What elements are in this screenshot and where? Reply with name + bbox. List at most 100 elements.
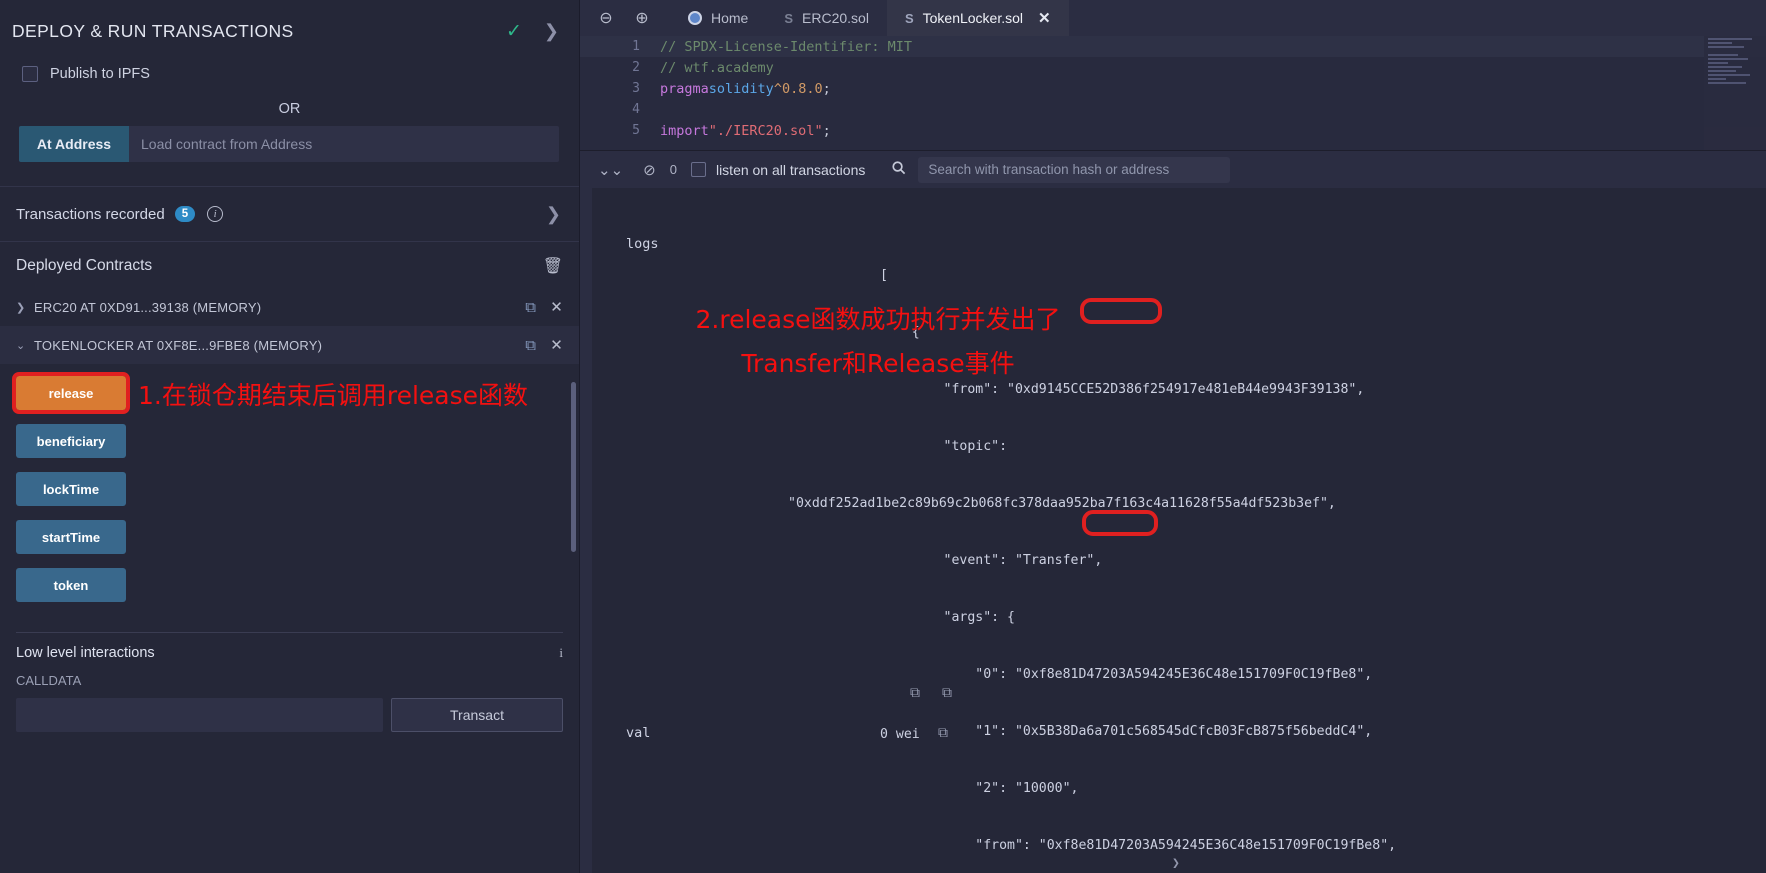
code-token: "./IERC20.sol" [708, 122, 823, 139]
listen-all-transactions-checkbox[interactable] [690, 162, 706, 177]
zoom-out-icon[interactable]: ⊖ [596, 8, 616, 28]
copy-icon[interactable]: ⧉ [910, 685, 920, 701]
terminal-output: logs [ { "from": "0xd9145CCE52D386f25491… [580, 188, 1766, 873]
copy-icon[interactable]: ⧉ [525, 337, 536, 354]
chevron-down-icon[interactable]: ⌄ [16, 339, 34, 352]
contract-name-label: TOKENLOCKER AT 0XF8E...9FBE8 (MEMORY) [34, 337, 323, 353]
json-line: [ [880, 268, 888, 283]
tab-erc20-sol[interactable]: S ERC20.sol [766, 0, 887, 36]
function-button-starttime[interactable]: startTime [16, 520, 126, 554]
minimap-line [1708, 62, 1728, 64]
transactions-recorded-label: Transactions recorded [16, 205, 165, 223]
json-line: "event": "Transfer", [880, 553, 1103, 568]
chevron-right-icon[interactable]: ❯ [544, 21, 559, 42]
line-number: 1 [632, 39, 640, 54]
search-input[interactable] [918, 156, 1231, 183]
tab-tokenlocker-sol[interactable]: S TokenLocker.sol ✕ [886, 0, 1069, 36]
editor-minimap[interactable] [1704, 36, 1766, 150]
publish-ipfs-checkbox[interactable] [22, 66, 38, 82]
close-icon[interactable]: ✕ [550, 298, 563, 316]
transact-button[interactable]: Transact [391, 698, 563, 732]
minimap-line [1708, 38, 1752, 40]
publish-ipfs-row[interactable]: Publish to IPFS [0, 58, 579, 90]
tab-label: ERC20.sol [802, 10, 869, 26]
minimap-line [1708, 78, 1726, 80]
or-separator-label: OR [278, 101, 301, 117]
editor-and-terminal: ⊖ ⊕ Home S ERC20.sol S TokenLocker.sol ✕ [580, 0, 1766, 873]
search-icon[interactable] [891, 160, 906, 179]
code-token: ^0.8.0 [773, 80, 823, 97]
at-address-button[interactable]: At Address [19, 126, 129, 162]
collapse-all-icon[interactable]: ⌄⌄ [598, 161, 623, 179]
annotation-step-2-line1: 2.release函数成功执行并发出了 [695, 305, 1061, 334]
contract-name-label: ERC20 AT 0XD91...39138 (MEMORY) [34, 299, 262, 315]
at-address-input[interactable] [129, 126, 559, 162]
listen-all-transactions-label: listen on all transactions [715, 161, 866, 178]
transactions-expand-chevron-icon[interactable]: ❯ [546, 204, 561, 225]
json-line: "2": "10000", [880, 781, 1079, 796]
annotation-step-2: 2.release函数成功执行并发出了 Transfer和Release事件 [688, 298, 1068, 386]
annotation-step-1: 1.在锁仓期结束后调用release函数 [138, 381, 529, 410]
chevron-right-icon[interactable]: ❯ [1172, 856, 1180, 871]
minimap-line [1708, 58, 1748, 60]
json-line: "1": "0x5B38Da6a701c568545dCfcB03FcB875f… [880, 724, 1373, 739]
tab-home[interactable]: Home [670, 0, 766, 36]
publish-ipfs-label: Publish to IPFS [50, 66, 150, 82]
json-line: "topic": [880, 439, 1008, 454]
pending-count: 0 [669, 162, 677, 177]
calldata-row: Transact [16, 698, 563, 732]
tab-label: Home [711, 10, 749, 26]
info-icon[interactable]: i [207, 206, 224, 222]
code-line: 2 // wtf.academy [580, 57, 1766, 78]
line-number: 2 [632, 60, 640, 75]
minimap-line [1708, 46, 1744, 48]
check-icon[interactable]: ✓ [506, 20, 522, 43]
clear-console-icon[interactable]: ⊘ [643, 161, 656, 179]
home-icon [688, 11, 702, 25]
code-line: 1 // SPDX-License-Identifier: MIT [580, 36, 1766, 57]
function-button-locktime[interactable]: lockTime [16, 472, 126, 506]
page-title: DEPLOY & RUN TRANSACTIONS [12, 20, 294, 41]
left-panel-scrollbar[interactable] [571, 382, 576, 552]
calldata-input[interactable] [16, 698, 383, 732]
minimap-line [1708, 82, 1746, 84]
code-token: solidity [708, 80, 774, 97]
code-line: 3 pragma solidity ^0.8.0 ; [580, 78, 1766, 99]
tab-label: TokenLocker.sol [922, 10, 1024, 26]
copy-icon[interactable]: ⧉ [525, 299, 536, 316]
low-level-interactions-header: Low level interactions i [0, 633, 579, 665]
code-token: ; [822, 80, 831, 97]
json-line: "0": "0xf8e81D47203A594245E36C48e151709F… [880, 667, 1373, 682]
transactions-recorded-row[interactable]: Transactions recorded 5 i ❯ [0, 187, 579, 241]
terminal-gutter [580, 188, 592, 873]
remix-ide-window: DEPLOY & RUN TRANSACTIONS ✓ ❯ Publish to… [0, 0, 1766, 873]
minimap-line [1708, 74, 1750, 76]
code-editor-zone: ⊖ ⊕ Home S ERC20.sol S TokenLocker.sol ✕ [580, 0, 1766, 150]
close-icon[interactable]: ✕ [550, 336, 563, 354]
line-number: 4 [632, 102, 640, 117]
transactions-recorded-badge: 5 [174, 206, 196, 222]
copy-icon[interactable]: ⧉ [942, 685, 952, 701]
low-level-interactions-title: Low level interactions [16, 645, 155, 661]
zoom-in-icon[interactable]: ⊕ [632, 8, 652, 28]
close-icon[interactable]: ✕ [1038, 9, 1051, 27]
deployed-contract-tokenlocker[interactable]: ⌄ TOKENLOCKER AT 0XF8E...9FBE8 (MEMORY) … [0, 326, 579, 364]
code-line: 5 import "./IERC20.sol" ; [580, 120, 1766, 141]
code-area[interactable]: 1 // SPDX-License-Identifier: MIT 2 // w… [580, 36, 1766, 150]
logs-key-label: logs [626, 236, 659, 252]
info-icon[interactable]: i [559, 645, 563, 661]
code-token: import [660, 122, 709, 139]
terminal-toolbar: ⌄⌄ ⊘ 0 listen on all transactions [580, 150, 1766, 188]
code-line: 4 [580, 99, 1766, 120]
function-button-release[interactable]: release [16, 376, 126, 410]
chevron-right-icon[interactable]: ❯ [16, 301, 34, 314]
copy-icon[interactable]: ⧉ [938, 725, 948, 741]
deployed-contract-erc20[interactable]: ❯ ERC20 AT 0XD91...39138 (MEMORY) ⧉ ✕ [0, 288, 579, 326]
deploy-run-panel: DEPLOY & RUN TRANSACTIONS ✓ ❯ Publish to… [0, 0, 580, 873]
trash-icon[interactable]: 🗑 [543, 256, 563, 276]
function-button-token[interactable]: token [16, 568, 126, 602]
code-token: // SPDX-License-Identifier: MIT [660, 38, 912, 55]
code-token: pragma [660, 80, 709, 97]
function-button-beneficiary[interactable]: beneficiary [16, 424, 126, 458]
json-line: "args": { [880, 610, 1015, 625]
